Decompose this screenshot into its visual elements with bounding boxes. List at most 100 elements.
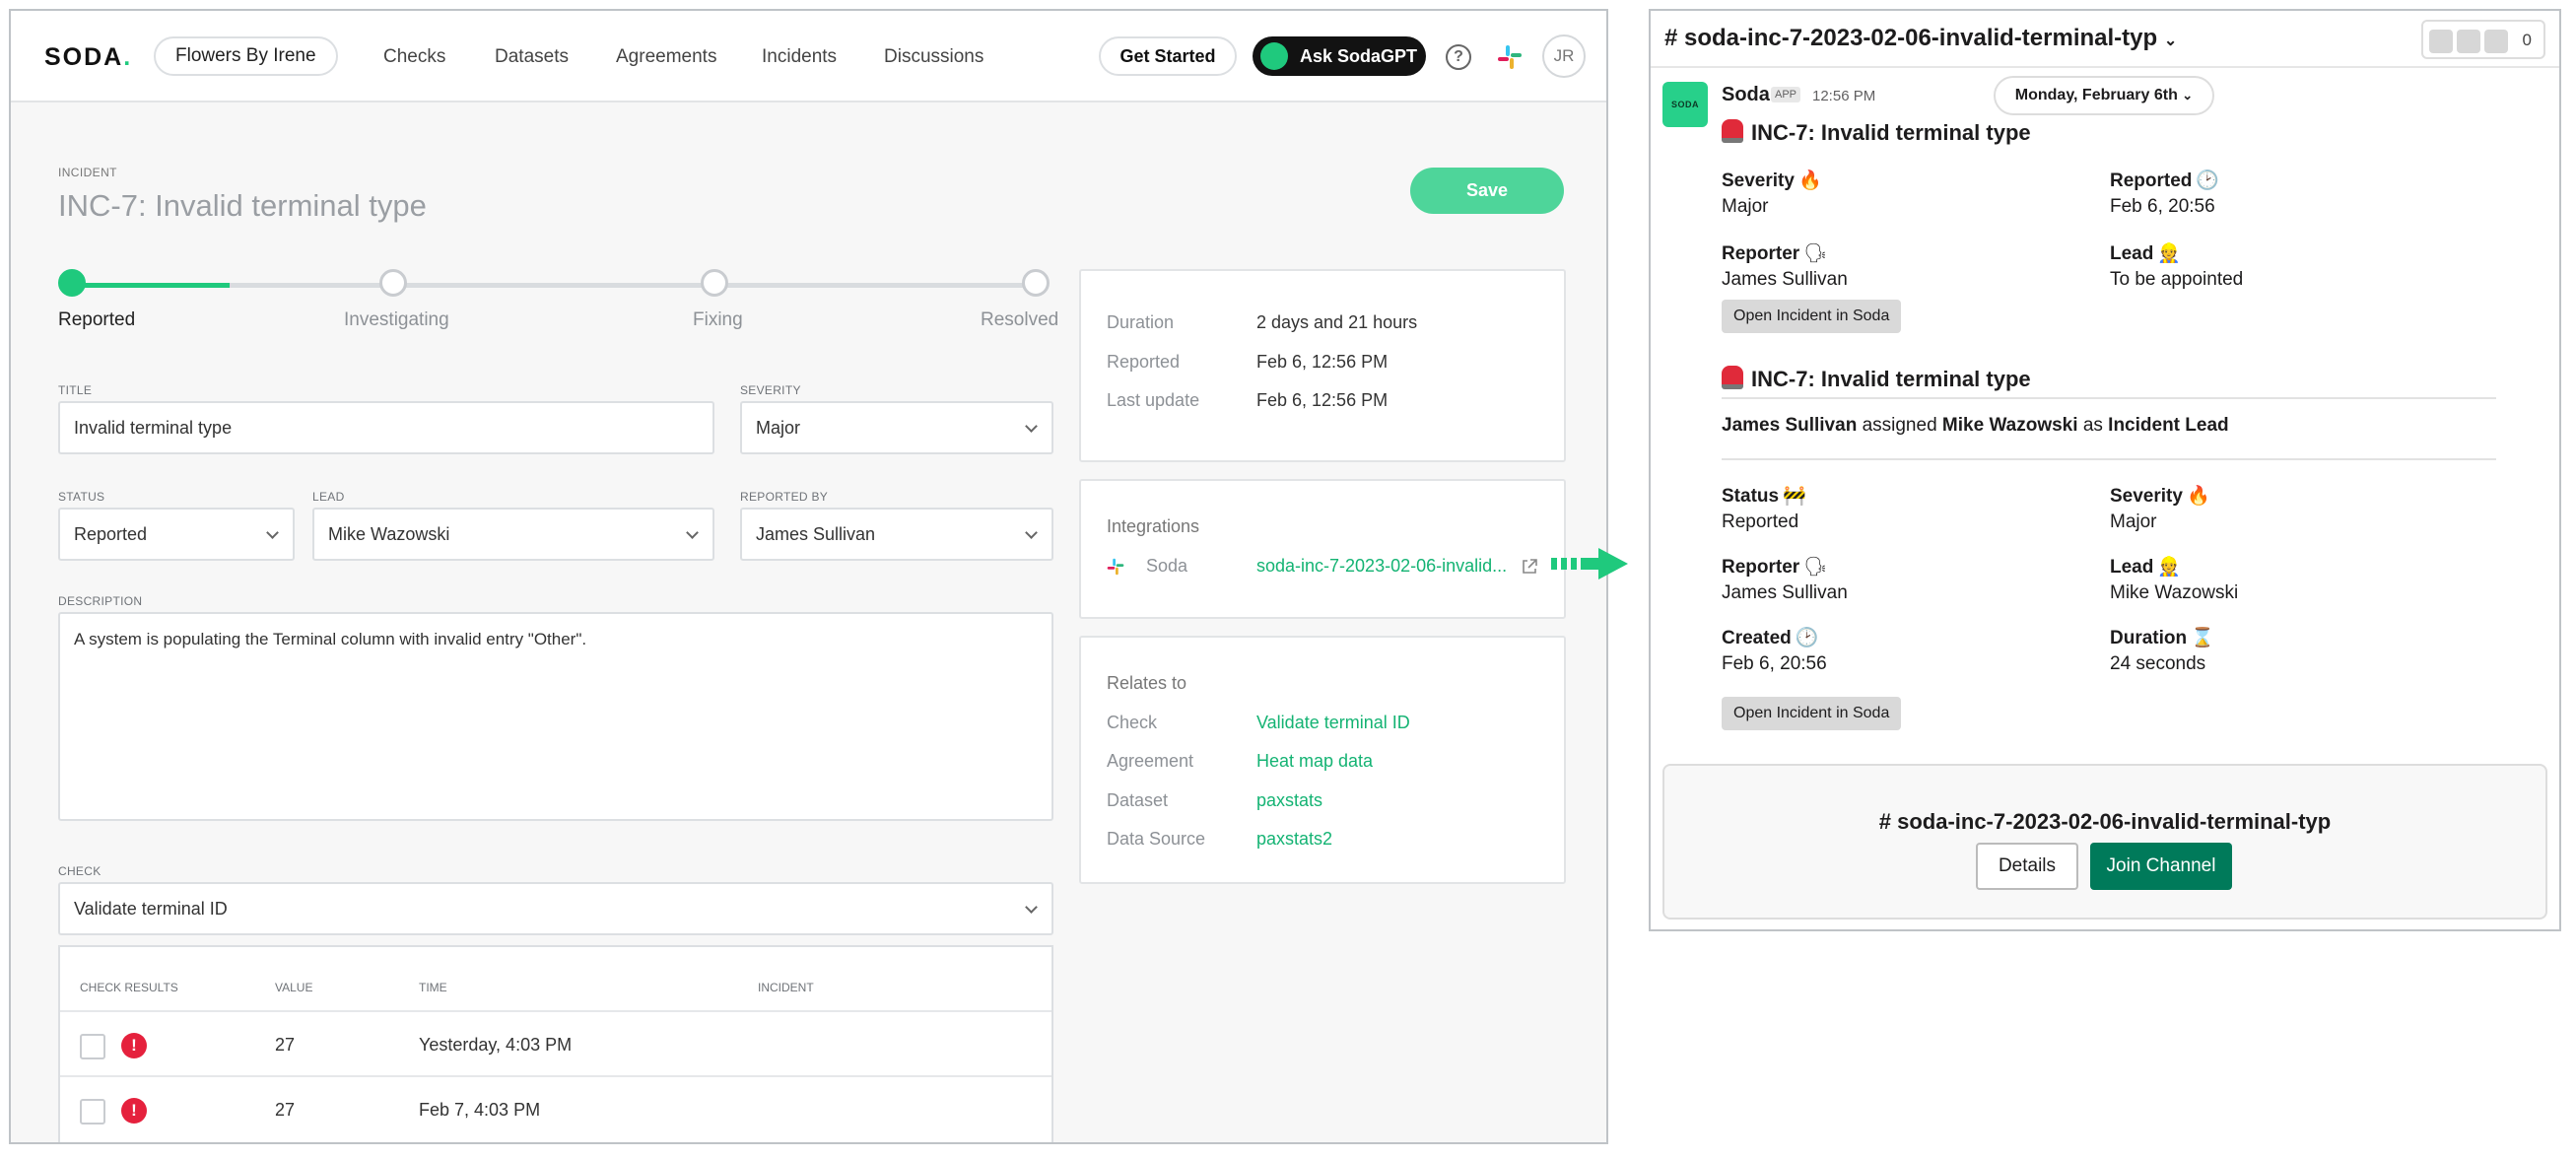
error-icon: ! [121,1098,147,1124]
divider [1722,397,2496,399]
status-select[interactable]: Reported [58,508,295,561]
relates-dataset-key: Dataset [1107,790,1169,810]
nav-datasets[interactable]: Datasets [495,46,569,68]
hourglass-icon: ⌛ [2191,628,2214,648]
relates-to-title: Relates to [1107,673,1187,693]
clock-icon: 🕑 [2196,170,2220,191]
speaking-head-icon: 🗣 [1803,243,1828,264]
speaking-head-icon: 🗣 [1803,557,1828,578]
lead-select[interactable]: Mike Wazowski [312,508,714,561]
msg2-reporter-value: James Sullivan [1722,582,1848,603]
msg1-lead-value: To be appointed [2110,269,2244,290]
save-button[interactable]: Save [1410,168,1564,214]
step-reported-dot[interactable] [58,269,86,297]
integration-name: Soda [1146,556,1188,576]
duration-value: 2 days and 21 hours [1256,312,1418,332]
table-row[interactable]: ! 27 Yesterday, 4:03 PM [60,1010,1051,1075]
reported-by-value: James Sullivan [756,524,876,544]
soda-bot-avatar[interactable]: SODA [1662,82,1708,127]
arrow-right-icon [1551,548,1628,580]
relates-check-link[interactable]: Validate terminal ID [1256,713,1410,733]
msg2-created-value: Feb 6, 20:56 [1722,653,1827,674]
incident-title: INC-7: Invalid terminal type [58,188,427,223]
external-link-icon[interactable] [1521,558,1538,576]
severity-select[interactable]: Major [740,401,1053,454]
integrations-card: Integrations Soda soda-inc-7-2023-02-06-… [1079,479,1566,619]
chevron-down-icon [686,526,699,539]
nav-agreements[interactable]: Agreements [616,46,716,68]
construction-worker-icon: 👷 [2157,557,2182,578]
slack-icon[interactable] [1497,44,1523,70]
soda-app-window: SODA. Flowers By Irene Checks Datasets A… [9,9,1608,1144]
reported-by-select[interactable]: James Sullivan [740,508,1053,561]
fire-icon: 🔥 [2186,486,2210,507]
incident-info-card: Duration 2 days and 21 hours Reported Fe… [1079,269,1566,462]
sender-name[interactable]: Soda [1722,84,1770,106]
clock-icon: 🕑 [1795,628,1819,648]
row-checkbox[interactable] [80,1099,105,1125]
relates-to-card: Relates to Check Validate terminal ID Ag… [1079,636,1566,884]
error-icon: ! [121,1033,147,1058]
chevron-down-icon [1025,526,1038,539]
relates-source-link[interactable]: paxstats2 [1256,829,1332,850]
message-timestamp[interactable]: 12:56 PM [1812,88,1875,104]
date-divider-pill[interactable]: Monday, February 6th ⌄ [1994,76,2214,115]
duration-key: Duration [1107,312,1175,332]
title-label: TITLE [58,383,93,397]
col-incident: INCIDENT [758,981,814,994]
join-channel-button[interactable]: Join Channel [2090,843,2232,890]
row-value: 27 [275,1035,296,1055]
details-button[interactable]: Details [1976,843,2078,890]
soda-logo[interactable]: SODA. [44,43,132,72]
row-checkbox[interactable] [80,1034,105,1059]
description-textarea[interactable]: A system is populating the Terminal colu… [58,612,1053,821]
col-time: TIME [419,981,447,994]
check-results-table: CHECK RESULTS VALUE TIME INCIDENT ! 27 Y… [58,945,1053,1142]
open-incident-in-soda-button[interactable]: Open Incident in Soda [1722,300,1902,333]
last-update-value: Feb 6, 12:56 PM [1256,390,1389,410]
app-badge: APP [1771,87,1801,102]
step-reported-label: Reported [58,309,136,330]
channel-members-button[interactable]: 0 [2421,20,2545,59]
member-avatar [2457,30,2480,53]
relates-dataset-link[interactable]: paxstats [1256,790,1322,811]
row-value: 27 [275,1100,296,1120]
status-label: STATUS [58,490,105,504]
description-label: DESCRIPTION [58,594,143,608]
reported-by-label: REPORTED BY [740,490,829,504]
check-value: Validate terminal ID [74,899,228,919]
slack-channel-window: # soda-inc-7-2023-02-06-invalid-terminal… [1649,9,2561,931]
check-select[interactable]: Validate terminal ID [58,882,1053,935]
user-avatar[interactable]: JR [1542,34,1586,78]
col-value: VALUE [275,981,313,994]
title-input[interactable]: Invalid terminal type [58,401,714,454]
integration-channel-link[interactable]: soda-inc-7-2023-02-06-invalid... [1256,556,1507,577]
nav-incidents[interactable]: Incidents [762,46,837,68]
step-resolved-dot[interactable] [1022,269,1050,297]
help-icon[interactable]: ? [1446,44,1471,70]
msg2-reporter-key: Reporter 🗣 [1722,557,1828,578]
table-row[interactable]: ! 27 Feb 7, 4:03 PM [60,1075,1051,1140]
nav-discussions[interactable]: Discussions [884,46,983,68]
lead-label: LEAD [312,490,345,504]
step-fixing-dot[interactable] [701,269,728,297]
chevron-down-icon [1025,901,1038,914]
construction-icon: 🚧 [1783,486,1806,507]
msg1-reported-key: Reported 🕑 [2110,170,2220,191]
get-started-button[interactable]: Get Started [1099,36,1237,76]
relates-agreement-link[interactable]: Heat map data [1256,751,1373,772]
construction-worker-icon: 👷 [2157,243,2182,264]
channel-name[interactable]: # soda-inc-7-2023-02-06-invalid-terminal… [1664,25,2177,52]
reported-value: Feb 6, 12:56 PM [1256,352,1389,372]
msg2-lead-key: Lead 👷 [2110,557,2182,578]
ask-sodagpt-button[interactable]: Ask SodaGPT [1253,36,1426,76]
severity-value: Major [756,418,801,438]
severity-label: SEVERITY [740,383,801,397]
open-incident-in-soda-button[interactable]: Open Incident in Soda [1722,697,1902,730]
slack-icon [1107,558,1124,576]
step-investigating-dot[interactable] [379,269,407,297]
organization-switcher[interactable]: Flowers By Irene [154,36,338,76]
col-check-results: CHECK RESULTS [80,981,178,994]
siren-icon [1722,366,1743,389]
nav-checks[interactable]: Checks [383,46,445,68]
